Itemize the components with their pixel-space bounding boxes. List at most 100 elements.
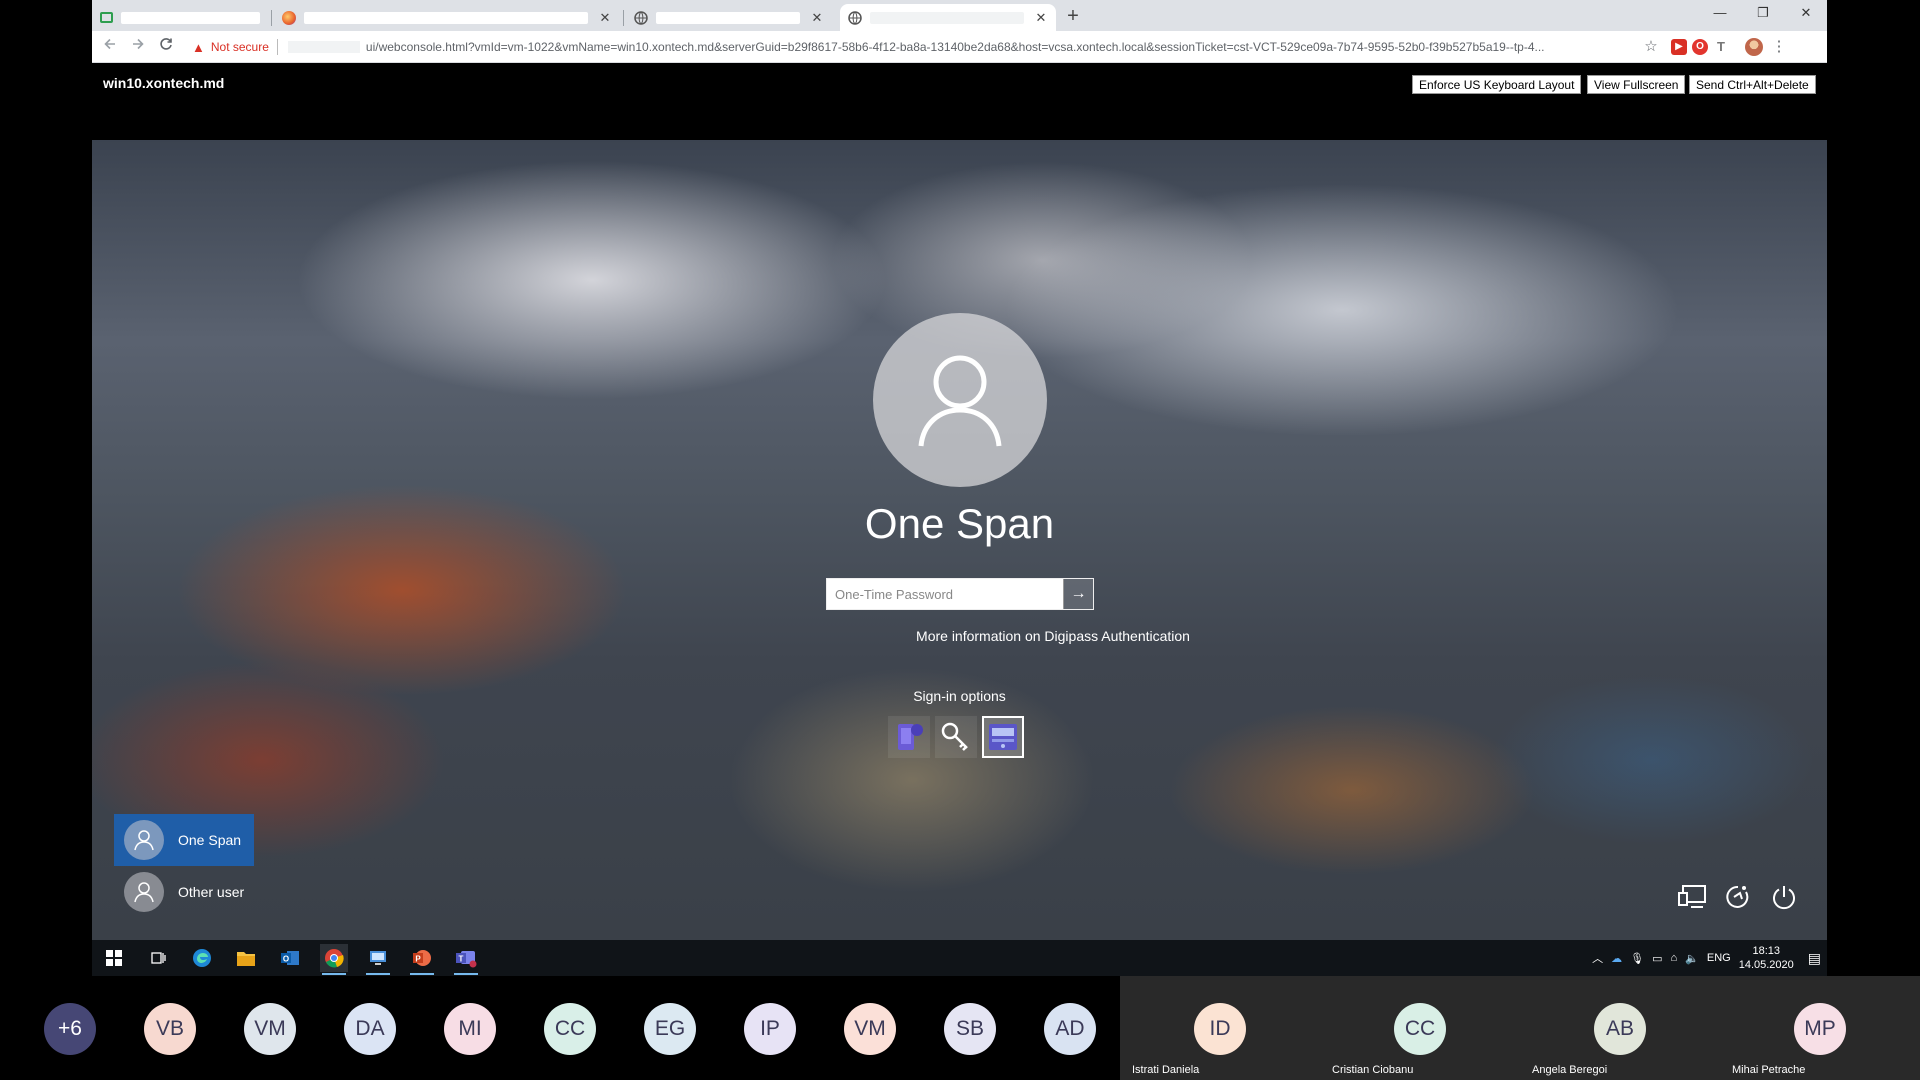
participant-avatar: MP <box>1794 1003 1846 1055</box>
outlook-icon[interactable]: O <box>276 944 304 972</box>
user-entry-one-span[interactable]: One Span <box>114 814 254 866</box>
key-icon <box>941 722 968 751</box>
extension-translate-icon[interactable]: T <box>1713 39 1729 55</box>
browser-tab[interactable] <box>92 4 268 31</box>
back-button[interactable] <box>98 35 122 59</box>
user-avatar <box>873 313 1047 487</box>
ease-of-access-button[interactable] <box>1723 882 1753 912</box>
window-restore-icon <box>100 12 113 23</box>
forward-arrow-icon <box>133 38 144 50</box>
tab-close-icon[interactable]: ✕ <box>1034 10 1048 26</box>
globe-icon <box>634 10 648 25</box>
bookmark-star-icon[interactable]: ☆ <box>1643 39 1659 55</box>
participant-name: Cristian Ciobanu <box>1332 1064 1414 1076</box>
power-button[interactable] <box>1769 882 1799 912</box>
network-tray-icon[interactable]: ⌂ <box>1671 952 1678 964</box>
participant-tile[interactable]: MP Mihai Petrache <box>1720 976 1920 1080</box>
remote-desktop-icon[interactable] <box>364 944 392 975</box>
chrome-icon[interactable] <box>320 944 348 975</box>
url-text[interactable]: ui/webconsole.html?vmId=vm-1022&vmName=w… <box>366 40 1737 54</box>
file-explorer-icon[interactable] <box>232 944 260 972</box>
svg-text:O: O <box>283 955 289 964</box>
clock[interactable]: 18:13 14.05.2020 <box>1739 944 1794 972</box>
security-indicator[interactable]: Not secure <box>211 40 269 54</box>
view-fullscreen-button[interactable]: View Fullscreen <box>1587 75 1686 94</box>
powerpoint-icon[interactable]: P <box>408 944 436 975</box>
battery-icon[interactable]: ▭ <box>1652 952 1662 965</box>
onedrive-icon[interactable]: ☁ <box>1611 952 1622 965</box>
network-button[interactable] <box>1677 882 1707 912</box>
browser-window: ✕ ✕ ✕ + — ❐ ✕ ▲ Not secure ui/webconsole… <box>92 0 1827 976</box>
browser-tab-active[interactable]: ✕ <box>840 4 1056 31</box>
participant-avatar[interactable]: SB <box>944 1003 996 1055</box>
task-view-icon[interactable] <box>144 944 172 972</box>
participant-avatar[interactable]: DA <box>344 1003 396 1055</box>
user-silhouette-icon <box>918 355 1002 447</box>
browser-menu-icon[interactable]: ⋮ <box>1771 39 1787 55</box>
participant-avatar[interactable]: VM <box>844 1003 896 1055</box>
profile-avatar-icon[interactable] <box>1745 38 1763 56</box>
system-tray: ︿ ☁ 🎙 ▭ ⌂ 🔈 ENG 18:13 14.05.2020 ▤ <box>1592 940 1821 976</box>
login-user-name: One Span <box>864 500 1055 547</box>
svg-text:P: P <box>415 955 421 964</box>
send-ctrl-alt-delete-button[interactable]: Send Ctrl+Alt+Delete <box>1689 75 1816 94</box>
one-time-password-input[interactable] <box>827 579 1063 609</box>
extension-video-icon[interactable]: ▶ <box>1671 39 1687 55</box>
user-entry-label: One Span <box>178 832 242 848</box>
new-tab-button[interactable]: + <box>1060 4 1086 30</box>
password-box: → <box>826 578 1094 610</box>
user-avatar-small-icon <box>124 820 164 860</box>
maximize-button[interactable]: ❐ <box>1742 0 1784 26</box>
teams-icon[interactable]: T <box>452 944 480 975</box>
participant-tile[interactable]: CC Cristian Ciobanu <box>1320 976 1520 1080</box>
volume-icon[interactable]: 🔈 <box>1685 952 1699 965</box>
tab-title <box>304 11 588 24</box>
minimize-button[interactable]: — <box>1699 0 1741 26</box>
tab-close-icon[interactable]: ✕ <box>598 10 612 26</box>
clock-date: 14.05.2020 <box>1738 959 1794 971</box>
firefox-favicon-icon <box>282 10 296 25</box>
participant-avatar[interactable]: IP <box>744 1003 796 1055</box>
lockscreen-system-controls <box>1677 882 1799 912</box>
sign-in-options-list <box>888 716 1024 758</box>
extension-opera-icon[interactable]: O <box>1692 39 1708 55</box>
forward-button[interactable] <box>126 35 150 59</box>
participant-avatar[interactable]: MI <box>444 1003 496 1055</box>
signin-option-mobile[interactable] <box>888 716 930 758</box>
microphone-icon[interactable]: 🎙 <box>1630 952 1644 965</box>
participant-avatar[interactable]: AD <box>1044 1003 1096 1055</box>
reload-button[interactable] <box>154 35 178 59</box>
browser-tab[interactable]: ✕ <box>626 4 832 31</box>
notifications-icon[interactable]: ▤ <box>1808 950 1821 967</box>
browser-toolbar: ▲ Not secure ui/webconsole.html?vmId=vm-… <box>92 31 1827 63</box>
close-window-button[interactable]: ✕ <box>1785 0 1827 26</box>
chevron-up-icon[interactable]: ︿ <box>1592 950 1603 966</box>
participant-avatar[interactable]: EG <box>644 1003 696 1055</box>
otp-token-icon <box>989 724 1017 750</box>
submit-arrow-button[interactable]: → <box>1063 579 1093 609</box>
browser-tab[interactable]: ✕ <box>274 4 620 31</box>
edge-icon[interactable] <box>188 944 216 972</box>
participant-tile[interactable]: ID Istrati Daniela <box>1120 976 1320 1080</box>
input-language[interactable]: ENG <box>1707 952 1731 964</box>
participant-avatar[interactable]: VM <box>244 1003 296 1055</box>
warning-icon: ▲ <box>192 39 205 55</box>
tab-separator <box>623 10 624 26</box>
redacted-host <box>287 41 360 53</box>
tab-title <box>656 11 800 24</box>
participant-avatar: AB <box>1594 1003 1646 1055</box>
signin-option-otp[interactable] <box>982 716 1024 758</box>
participant-avatar[interactable]: VB <box>144 1003 196 1055</box>
enforce-keyboard-button[interactable]: Enforce US Keyboard Layout <box>1412 75 1582 94</box>
participant-tile[interactable]: AB Angela Beregoi <box>1520 976 1720 1080</box>
tab-close-icon[interactable]: ✕ <box>810 10 824 26</box>
address-bar[interactable]: ▲ Not secure ui/webconsole.html?vmId=vm-… <box>192 34 1737 60</box>
participant-overflow-count[interactable]: +6 <box>44 1003 96 1055</box>
participant-avatar[interactable]: CC <box>544 1003 596 1055</box>
digipass-info-link[interactable]: More information on Digipass Authenticat… <box>909 627 1197 645</box>
signin-option-password[interactable] <box>935 716 977 758</box>
web-console-header: win10.xontech.md Enforce US Keyboard Lay… <box>92 63 1827 140</box>
user-entry-other-user[interactable]: Other user <box>114 866 254 918</box>
windows-start-icon[interactable] <box>100 944 128 972</box>
sign-in-options-link[interactable]: Sign-in options <box>92 688 1827 704</box>
